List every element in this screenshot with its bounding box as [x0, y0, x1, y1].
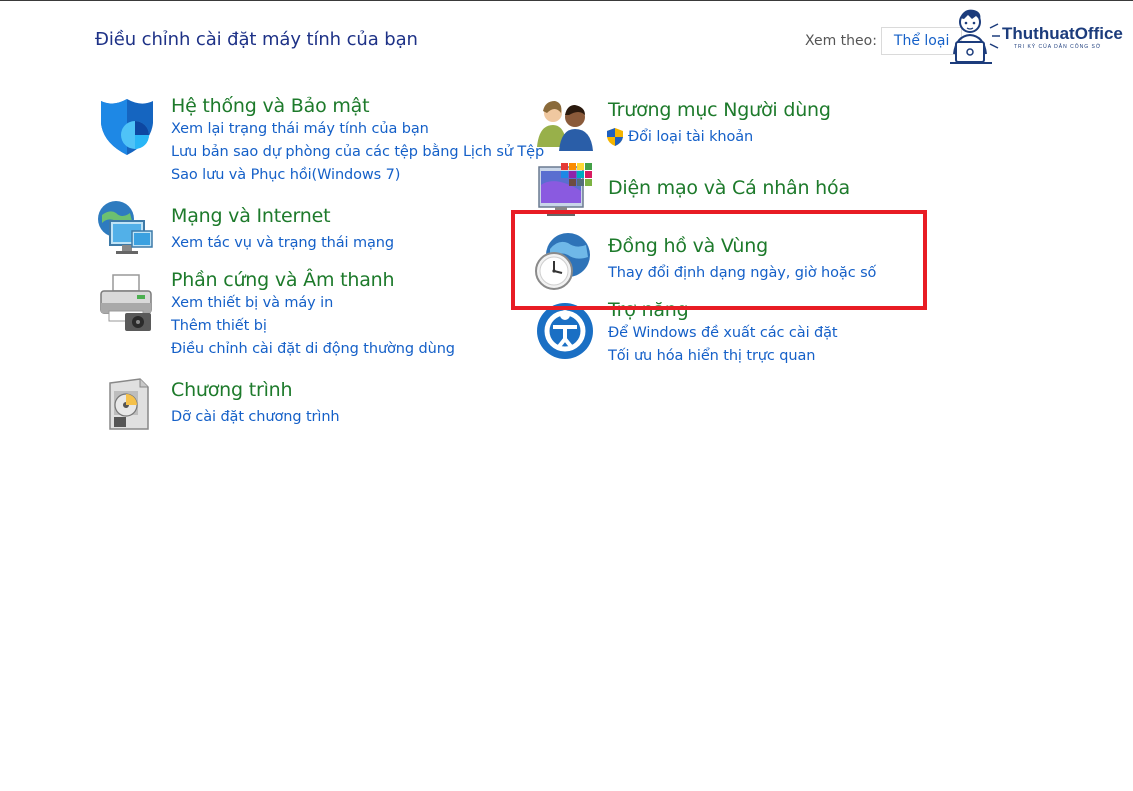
mascot-icon: [950, 9, 1000, 64]
brand-name: ThuthuatOffice: [1002, 24, 1123, 43]
category-title[interactable]: Chương trình: [171, 379, 293, 401]
programs-icon[interactable]: [100, 375, 160, 435]
view-by-label: Xem theo:: [805, 33, 877, 49]
category-link[interactable]: Đổi loại tài khoản: [628, 129, 753, 145]
highlight-box: [511, 210, 927, 310]
page-title: Điều chỉnh cài đặt máy tính của bạn: [95, 29, 418, 50]
uac-shield-icon: [606, 127, 624, 151]
category-link[interactable]: Sao lưu và Phục hồi(Windows 7): [171, 167, 400, 183]
category-link[interactable]: Xem thiết bị và máy in: [171, 295, 333, 311]
category-link[interactable]: Để Windows đề xuất các cài đặt: [608, 325, 838, 341]
watermark-logo: ThuthuatOffice TRI KỶ CỦA DÂN CÔNG SỞ: [946, 6, 1131, 68]
category-title[interactable]: Diện mạo và Cá nhân hóa: [608, 177, 850, 199]
network-icon[interactable]: [96, 199, 156, 259]
printer-icon[interactable]: [97, 273, 157, 333]
category-link[interactable]: Xem tác vụ và trạng thái mạng: [171, 235, 394, 251]
category-link[interactable]: Xem lại trạng thái máy tính của bạn: [171, 121, 429, 137]
brand-tagline: TRI KỶ CỦA DÂN CÔNG SỞ: [1014, 44, 1102, 50]
category-title[interactable]: Trương mục Người dùng: [608, 99, 831, 121]
ease-of-access-icon[interactable]: [535, 301, 595, 361]
category-link[interactable]: Lưu bản sao dự phòng của các tệp bằng Lị…: [171, 144, 544, 160]
category-title[interactable]: Hệ thống và Bảo mật: [171, 95, 370, 117]
category-title[interactable]: Mạng và Internet: [171, 205, 331, 227]
shield-icon[interactable]: [97, 97, 157, 157]
category-link[interactable]: Thêm thiết bị: [171, 318, 267, 334]
users-icon[interactable]: [535, 95, 595, 155]
view-by-control: Xem theo: Thể loại: [805, 27, 963, 55]
category-link[interactable]: Dỡ cài đặt chương trình: [171, 409, 340, 425]
category-title[interactable]: Phần cứng và Âm thanh: [171, 269, 395, 291]
category-link[interactable]: Tối ưu hóa hiển thị trực quan: [608, 348, 815, 364]
category-link[interactable]: Điều chỉnh cài đặt di động thường dùng: [171, 341, 455, 357]
